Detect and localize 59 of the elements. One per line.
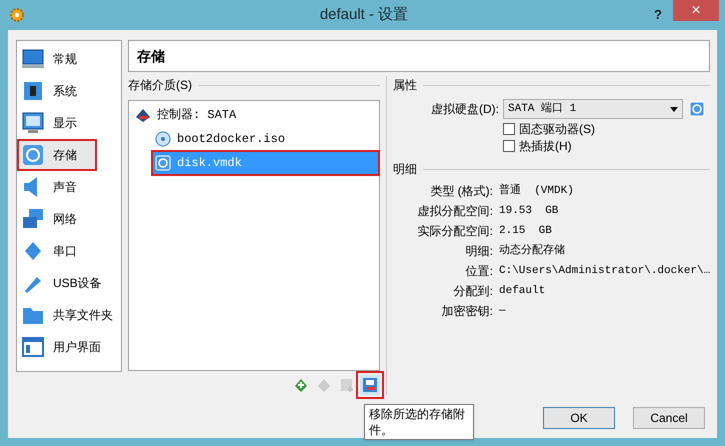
sidebar-item[interactable]: USB设备	[17, 267, 121, 299]
checkbox[interactable]	[503, 140, 515, 152]
tree-item[interactable]: 控制器: SATA	[133, 104, 276, 126]
chip-icon	[21, 79, 45, 103]
sidebar-item[interactable]: 存储	[17, 139, 97, 171]
section-label: 属性	[393, 77, 417, 94]
network-icon	[21, 207, 45, 231]
detail-value: 19.53 GB	[499, 204, 558, 219]
sidebar-item[interactable]: 声音	[17, 171, 121, 203]
sidebar-item[interactable]: 显示	[17, 107, 121, 139]
detail-label: 分配到:	[452, 283, 493, 300]
dropdown-arrow-icon	[670, 106, 678, 112]
disk-dropdown[interactable]: SATA 端口 1	[503, 99, 683, 119]
add-controller-icon	[293, 377, 309, 393]
section-label: 存储介质(S)	[128, 77, 192, 94]
detail-label: 位置:	[464, 263, 493, 280]
detail-value: 普通 (VMDK)	[499, 182, 574, 199]
checkbox-label: 热插拔(H)	[519, 138, 572, 155]
checkbox[interactable]	[503, 123, 515, 135]
sidebar-item[interactable]: 常规	[17, 43, 121, 75]
add-attachment-icon	[339, 377, 355, 393]
choose-disk-button[interactable]	[687, 99, 707, 119]
remove-controller-icon	[316, 377, 332, 393]
close-button[interactable]: ×	[673, 0, 719, 21]
disc-icon	[155, 131, 171, 147]
window-title: default - 设置	[318, 4, 410, 25]
sidebar-item[interactable]: 网络	[17, 203, 121, 235]
disk-icon	[689, 101, 705, 117]
detail-label: 加密密钥:	[440, 303, 493, 320]
sidebar-item[interactable]: 串口	[17, 235, 121, 267]
sidebar-item[interactable]: 共享文件夹	[17, 299, 121, 331]
checkbox-label: 固态驱动器(S)	[519, 121, 595, 138]
remove-attachment-icon	[362, 377, 378, 393]
monitor-icon	[21, 47, 45, 71]
detail-label: 虚拟分配空间:	[416, 203, 493, 220]
disk-icon	[155, 155, 171, 171]
field-label: 虚拟硬盘(D):	[430, 101, 499, 118]
dialog-button[interactable]: OK	[543, 407, 615, 429]
section-label: 明细	[393, 161, 417, 178]
display-icon	[21, 111, 45, 135]
page-title: 存储	[128, 40, 710, 72]
detail-label: 明细:	[464, 243, 493, 260]
tree-item[interactable]: boot2docker.iso	[153, 128, 326, 150]
window-icon	[21, 335, 45, 359]
toolbar-button[interactable]	[360, 375, 380, 395]
detail-value: C:\Users\Administrator\.docker\…	[499, 264, 710, 279]
detail-value: 2.15 GB	[499, 224, 552, 239]
sidebar-item[interactable]: 用户界面	[17, 331, 121, 363]
sidebar-item[interactable]: 系统	[17, 75, 121, 107]
dialog-button[interactable]: Cancel	[633, 407, 705, 429]
detail-label: 实际分配空间:	[416, 223, 493, 240]
gear-icon	[9, 7, 25, 23]
detail-value: —	[499, 304, 506, 319]
detail-label: 类型 (格式):	[429, 183, 493, 200]
help-button[interactable]: ?	[643, 4, 673, 26]
tooltip: 移除所选的存储附件。	[364, 404, 474, 440]
detail-value: default	[499, 284, 546, 299]
detail-value: 动态分配存储	[499, 242, 565, 259]
controller-icon	[135, 107, 151, 123]
